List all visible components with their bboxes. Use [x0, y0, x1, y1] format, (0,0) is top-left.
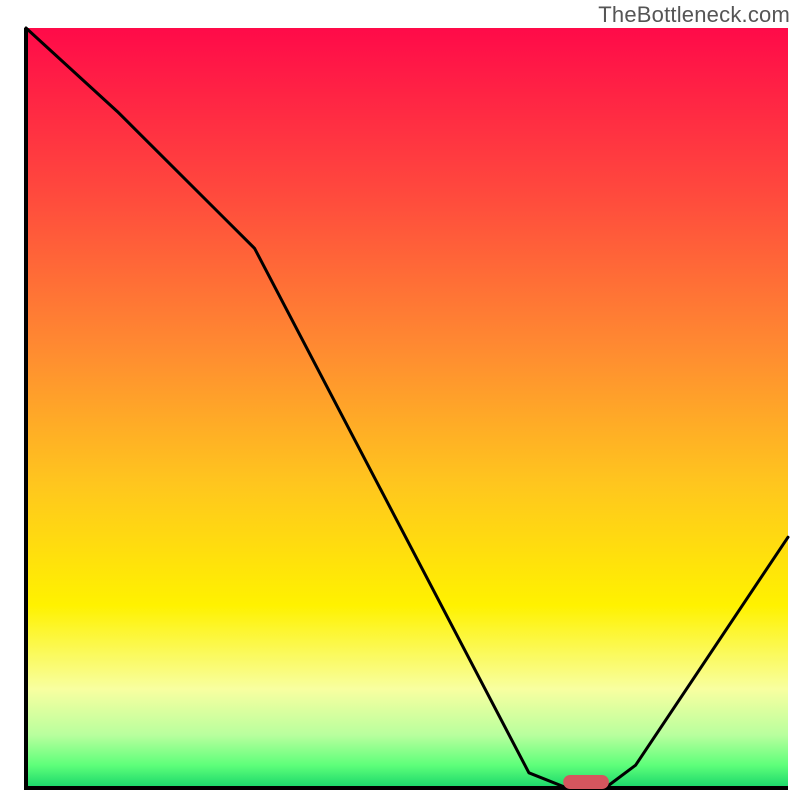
chart-svg	[0, 0, 800, 800]
gradient-background	[26, 28, 788, 788]
optimal-marker	[563, 775, 609, 789]
chart-canvas: TheBottleneck.com	[0, 0, 800, 800]
